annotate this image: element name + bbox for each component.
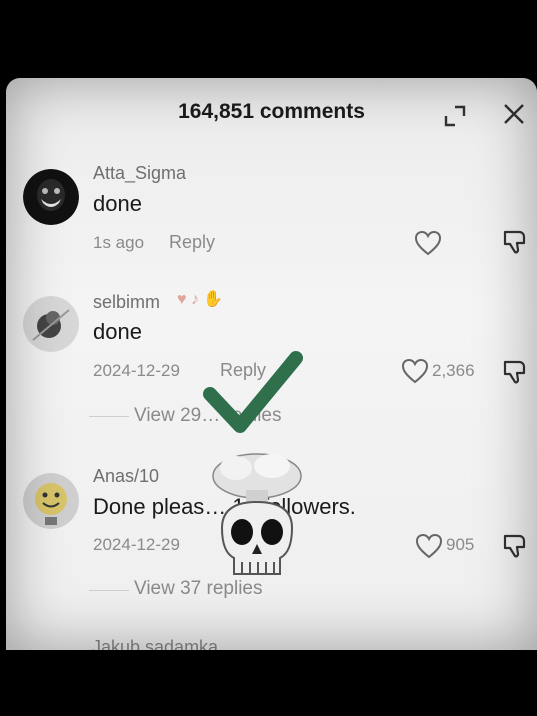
like-heart-icon[interactable] bbox=[415, 533, 443, 559]
emoji-decoration: ♥︎ ♪ ✋ bbox=[177, 291, 224, 308]
avatar-image bbox=[23, 296, 79, 352]
comment-timestamp: 2024-12-29 bbox=[93, 535, 180, 554]
expand-icon[interactable] bbox=[443, 104, 467, 128]
comment-username[interactable]: Atta_Sigma bbox=[93, 163, 186, 184]
dislike-icon[interactable] bbox=[501, 228, 529, 256]
like-heart-icon[interactable] bbox=[414, 230, 442, 256]
avatar[interactable] bbox=[23, 296, 79, 352]
partial-comment-username: Jakub sadamka bbox=[92, 637, 219, 650]
like-count: 905 bbox=[446, 535, 475, 554]
comment-timestamp: 2024-12-29 bbox=[93, 361, 180, 380]
comment-text: done bbox=[93, 319, 142, 344]
avatar[interactable] bbox=[23, 169, 79, 225]
avatar-image bbox=[23, 169, 79, 225]
like-heart-icon[interactable] bbox=[401, 358, 429, 384]
exploding-head-skull-icon bbox=[212, 453, 302, 575]
divider bbox=[89, 416, 129, 417]
like-count: 2,366 bbox=[432, 361, 475, 380]
avatar-image bbox=[23, 473, 79, 529]
dislike-icon[interactable] bbox=[501, 532, 529, 560]
avatar[interactable] bbox=[23, 473, 79, 529]
close-icon[interactable] bbox=[500, 100, 528, 128]
divider bbox=[89, 590, 129, 591]
comment-username[interactable]: Anas/10 bbox=[93, 466, 159, 487]
comment-timestamp: 1s ago bbox=[93, 233, 145, 252]
checkmark-icon bbox=[203, 351, 303, 433]
reply-button[interactable]: Reply bbox=[169, 232, 215, 253]
comment-text: done bbox=[93, 191, 142, 216]
dislike-icon[interactable] bbox=[501, 358, 529, 386]
comments-panel: 164,851 comments Atta_Sigma done 1s ago … bbox=[6, 78, 537, 650]
comment-username[interactable]: selbimm bbox=[93, 292, 160, 313]
